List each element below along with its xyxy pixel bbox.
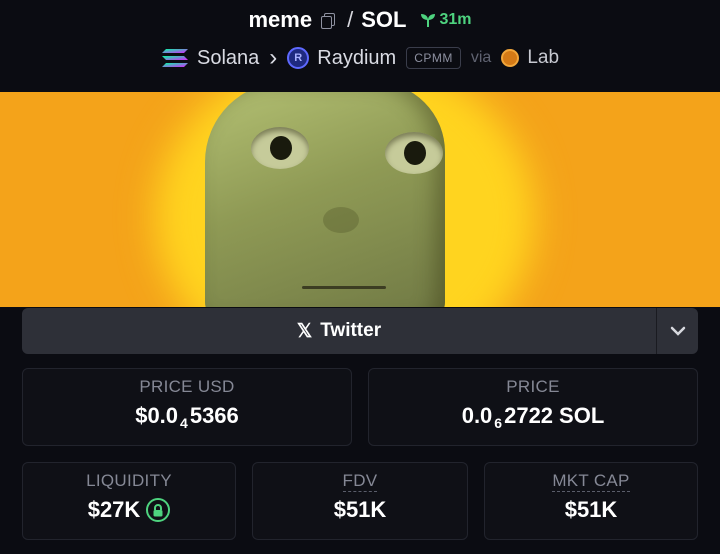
- liquidity-value-row: $27K: [23, 497, 235, 523]
- launchpad-link[interactable]: Lab: [527, 47, 559, 69]
- right-eye: [385, 132, 443, 174]
- pool-type-badge: CPMM: [406, 47, 461, 69]
- price-native-unit: SOL: [559, 403, 605, 428]
- pair-title-row: meme / SOL 31m: [0, 6, 720, 34]
- quote-token-name: SOL: [361, 7, 407, 32]
- price-native-label: PRICE: [506, 377, 560, 396]
- price-native-digits: 2722: [504, 403, 554, 428]
- pair-age-text: 31m: [439, 11, 472, 28]
- base-token-name: meme: [248, 7, 313, 32]
- left-eye: [251, 127, 309, 169]
- pair-separator: /: [347, 7, 354, 32]
- price-usd-zero-count: 4: [180, 415, 188, 431]
- market-cap-card: MKT CAP $51K: [484, 462, 698, 540]
- price-native-prefix: 0.0: [461, 403, 493, 428]
- price-usd-label: PRICE USD: [139, 377, 235, 396]
- raydium-icon: R: [287, 47, 310, 69]
- route-breadcrumb: Solana › R Raydium CPMM via Lab: [0, 42, 720, 74]
- expand-socials-button[interactable]: [656, 308, 698, 354]
- pair-age-badge: 31m: [420, 11, 471, 29]
- copy-icon[interactable]: [320, 12, 336, 29]
- twitter-label: Twitter: [320, 320, 382, 341]
- x-logo-icon: 𝕏: [296, 320, 313, 342]
- dex-link[interactable]: Raydium: [317, 47, 396, 70]
- lock-icon[interactable]: [146, 498, 171, 522]
- sprout-icon: [421, 14, 436, 27]
- twitter-button[interactable]: 𝕏 Twitter: [22, 308, 656, 354]
- price-usd-value: $0.0 4 5366: [23, 403, 351, 431]
- price-native-card: PRICE 0.0 6 2722 SOL: [368, 368, 698, 446]
- price-usd-prefix: $0.0: [135, 403, 179, 428]
- token-banner-image: [0, 92, 720, 307]
- lab-icon: [501, 49, 520, 67]
- chain-link[interactable]: Solana: [197, 47, 259, 70]
- liquidity-label: LIQUIDITY: [86, 471, 172, 490]
- fdv-label: FDV: [342, 471, 378, 492]
- price-usd-card: PRICE USD $0.0 4 5366: [22, 368, 352, 446]
- chevron-down-icon: [670, 326, 685, 336]
- via-label: via: [470, 49, 492, 66]
- price-usd-digits: 5366: [189, 403, 239, 428]
- socials-bar: 𝕏 Twitter: [22, 308, 698, 354]
- fdv-card: FDV $51K: [252, 462, 468, 540]
- price-native-zero-count: 6: [494, 415, 503, 431]
- chevron-right-icon: ›: [269, 44, 278, 71]
- nose: [323, 207, 359, 233]
- price-native-value: 0.0 6 2722 SOL: [369, 403, 697, 431]
- mouth: [302, 286, 386, 289]
- meme-face: [205, 92, 445, 307]
- pair-header: meme / SOL 31m Solana › R Raydium CPMM v…: [0, 0, 720, 92]
- liquidity-value: $27K: [87, 497, 141, 522]
- liquidity-card: LIQUIDITY $27K: [22, 462, 236, 540]
- market-cap-label: MKT CAP: [552, 471, 630, 492]
- solana-icon: [161, 49, 188, 67]
- fdv-value: $51K: [333, 497, 387, 522]
- market-cap-value: $51K: [564, 497, 618, 522]
